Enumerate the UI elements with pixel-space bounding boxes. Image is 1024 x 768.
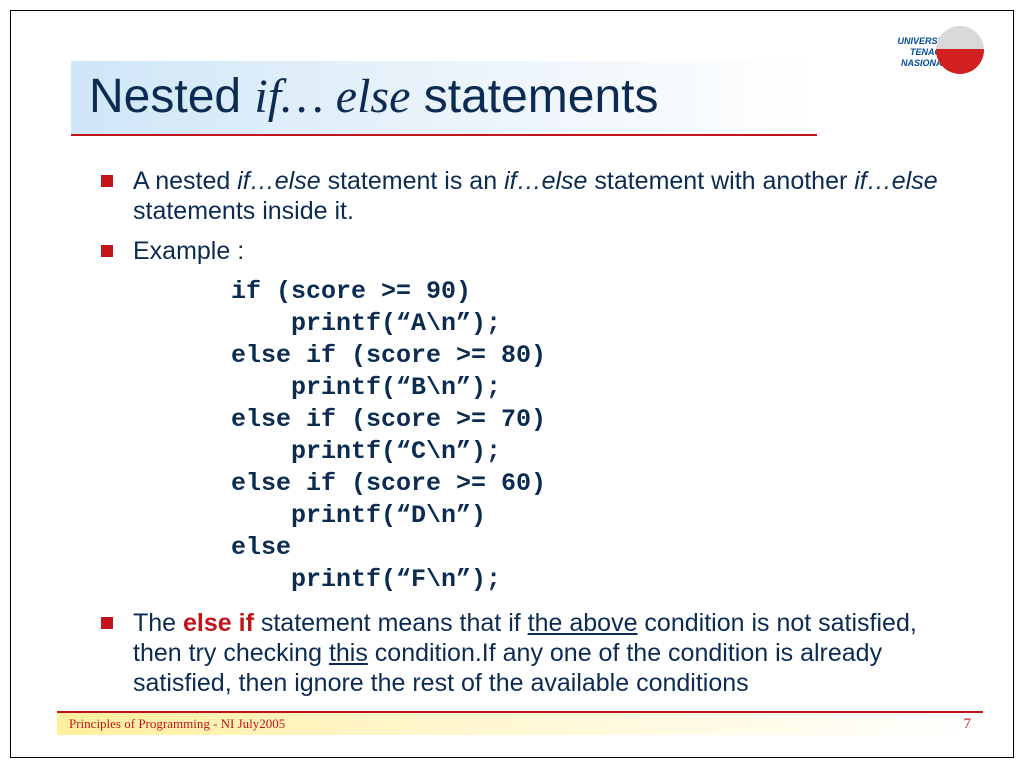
b3-red: else if: [183, 609, 254, 637]
b3-mid1: statement means that if: [254, 609, 528, 637]
slide-content: A nested if…else statement is an if…else…: [101, 166, 953, 708]
bullet-1: A nested if…else statement is an if…else…: [101, 166, 953, 226]
bullet-1-text: A nested if…else statement is an if…else…: [133, 166, 953, 226]
b1-mid1: statement is an: [321, 167, 504, 195]
code-example: if (score >= 90) printf(“A\n”); else if …: [231, 276, 953, 596]
slide-title: Nested if… else statements: [71, 61, 817, 136]
bullet-2: Example :: [101, 236, 953, 266]
bullet-icon: [101, 617, 113, 629]
b3-ul2: this: [329, 639, 368, 667]
b1-it1: if…else: [237, 167, 320, 195]
b1-it3: if…else: [854, 167, 937, 195]
b1-post: statements inside it.: [133, 197, 354, 225]
page-number: 7: [964, 716, 972, 733]
university-logo: UNIVERSITI TENAGA NASIONAL: [868, 26, 988, 68]
title-part1: Nested: [89, 70, 254, 123]
b1-mid2: statement with another: [587, 167, 854, 195]
b3-pre: The: [133, 609, 183, 637]
title-part2: if… else: [254, 70, 410, 123]
footer-text: Principles of Programming - NI July2005: [69, 716, 285, 732]
title-part3: statements: [410, 70, 658, 123]
bullet-icon: [101, 245, 113, 257]
slide-frame: UNIVERSITI TENAGA NASIONAL Nested if… el…: [10, 10, 1014, 758]
bullet-icon: [101, 175, 113, 187]
footer: Principles of Programming - NI July2005 …: [57, 711, 983, 735]
bullet-2-text: Example :: [133, 236, 244, 266]
logo-circle-icon: [936, 26, 984, 74]
b3-ul1: the above: [528, 609, 638, 637]
bullet-3-text: The else if statement means that if the …: [133, 608, 953, 698]
b1-it2: if…else: [504, 167, 587, 195]
b1-pre: A nested: [133, 167, 237, 195]
bullet-3: The else if statement means that if the …: [101, 608, 953, 698]
